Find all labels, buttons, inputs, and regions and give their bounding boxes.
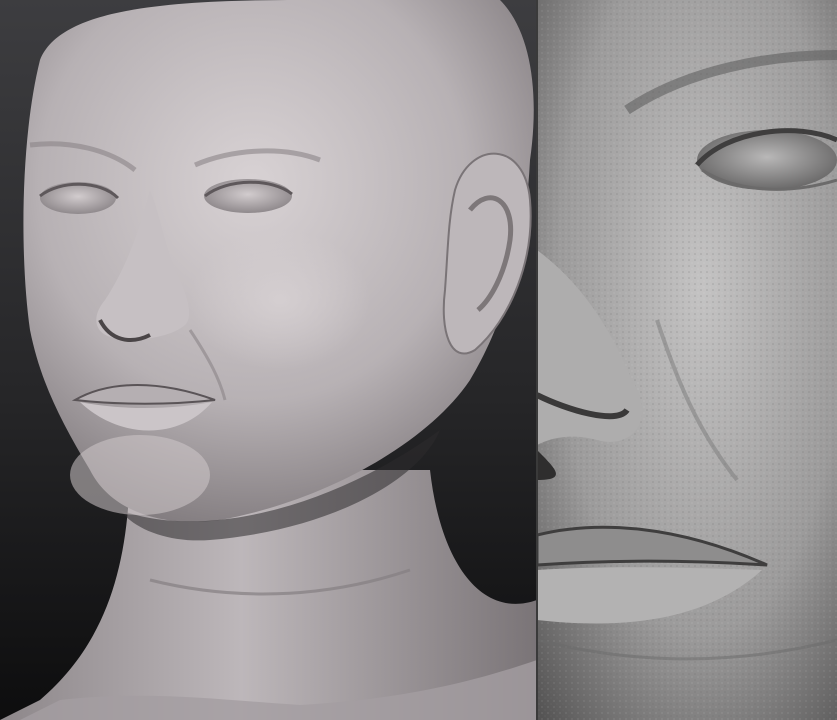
face-detail-render <box>537 0 837 720</box>
head-three-quarter-panel <box>0 0 537 720</box>
right-eye <box>204 179 292 213</box>
chin <box>70 435 210 515</box>
panel-divider <box>536 0 538 720</box>
eye <box>697 130 837 190</box>
left-eye <box>40 182 116 214</box>
sculpt-render-composite <box>0 0 837 720</box>
cheek-highlight <box>190 230 370 370</box>
head-sculpt-render <box>0 0 537 720</box>
face-detail-closeup-panel <box>537 0 837 720</box>
